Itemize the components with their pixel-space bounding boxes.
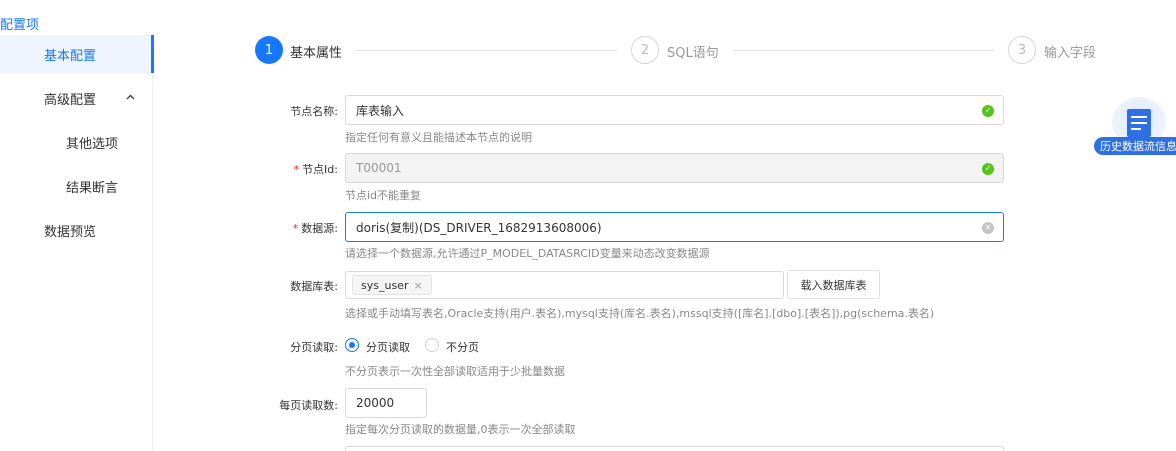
- paging-radio-on[interactable]: [345, 338, 359, 352]
- node-name-input[interactable]: 库表输入 ✓: [345, 95, 1004, 125]
- next-field-input[interactable]: [345, 446, 1004, 451]
- step-3-circle[interactable]: 3: [1008, 36, 1036, 64]
- paging-radio-off-label[interactable]: 不分页: [446, 339, 479, 355]
- sidebar-item-basic-config[interactable]: 基本配置: [0, 35, 154, 73]
- page-size-input[interactable]: 20000: [345, 388, 427, 418]
- table-tag: sys_user ×: [352, 275, 432, 295]
- sidebar-item-label: 结果断言: [66, 180, 119, 196]
- clear-circle-icon[interactable]: ✕: [982, 222, 994, 234]
- page-root: 配置项 基本配置 高级配置 其他选项 结果断言 数据预览 1 基本属性 2 SQ…: [0, 0, 1176, 451]
- required-mark: *: [293, 163, 300, 176]
- db-table-label: 数据库表:: [290, 280, 338, 293]
- step-1-label[interactable]: 基本属性: [290, 42, 342, 61]
- datasource-hint: 请选择一个数据源,允许通过P_MODEL_DATASRCID变量来动态改变数据源: [345, 247, 710, 260]
- datasource-value: doris(复制)(DS_DRIVER_1682913608006): [356, 220, 602, 235]
- node-name-hint: 指定任何有意义且能描述本节点的说明: [345, 131, 532, 144]
- page-size-label: 每页读取数:: [279, 399, 338, 412]
- load-tables-button[interactable]: 载入数据库表: [787, 270, 880, 299]
- node-id-value: T00001: [356, 161, 402, 175]
- check-circle-icon: ✓: [982, 105, 994, 117]
- step-divider: [355, 50, 617, 51]
- sidebar-item-label: 其他选项: [66, 136, 119, 152]
- db-table-hint: 选择或手动填写表名,Oracle支持(用户.表名),mysql支持(库名.表名)…: [345, 307, 935, 320]
- node-id-label: * 节点Id:: [0, 161, 338, 177]
- close-icon[interactable]: ×: [413, 279, 422, 292]
- datasource-select[interactable]: doris(复制)(DS_DRIVER_1682913608006) ✕: [345, 212, 1004, 242]
- required-mark: *: [292, 222, 299, 235]
- datasource-label: * 数据源:: [0, 220, 338, 236]
- node-id-input[interactable]: T00001 ✓: [345, 153, 1004, 183]
- paging-label: 分页读取:: [290, 341, 338, 354]
- paging-radio-off[interactable]: [425, 338, 439, 352]
- node-name-value: 库表输入: [356, 103, 405, 118]
- step-1-circle[interactable]: 1: [255, 36, 283, 64]
- document-icon: [1127, 109, 1151, 137]
- check-circle-icon: ✓: [982, 163, 994, 175]
- node-name-label: 节点名称:: [290, 105, 338, 118]
- datasource-label-text: 数据源:: [301, 222, 338, 235]
- page-size-hint: 指定每次分页读取的数据量,0表示一次全部读取: [345, 423, 576, 436]
- paging-radio-on-label[interactable]: 分页读取: [366, 339, 410, 355]
- node-id-hint: 节点id不能重复: [345, 189, 422, 202]
- sidebar-title: 配置项: [0, 18, 40, 33]
- step-2-label[interactable]: SQL语句: [667, 42, 719, 61]
- step-2-circle[interactable]: 2: [631, 36, 659, 64]
- step-3-label[interactable]: 输入字段: [1044, 42, 1096, 61]
- page-size-value: 20000: [356, 396, 395, 410]
- node-id-label-text: 节点Id:: [302, 163, 338, 176]
- sidebar-item-label: 基本配置: [44, 48, 97, 64]
- paging-hint: 不分页表示一次性全部读取适用于少批量数据: [345, 365, 565, 378]
- history-widget-label[interactable]: 历史数据流信息: [1094, 137, 1176, 155]
- chevron-up-icon[interactable]: [126, 92, 135, 103]
- step-divider: [732, 50, 994, 51]
- sidebar: 基本配置 高级配置 其他选项 结果断言 数据预览: [0, 35, 154, 451]
- table-tag-label: sys_user: [361, 278, 409, 292]
- sidebar-item-other-options[interactable]: 其他选项: [0, 123, 153, 161]
